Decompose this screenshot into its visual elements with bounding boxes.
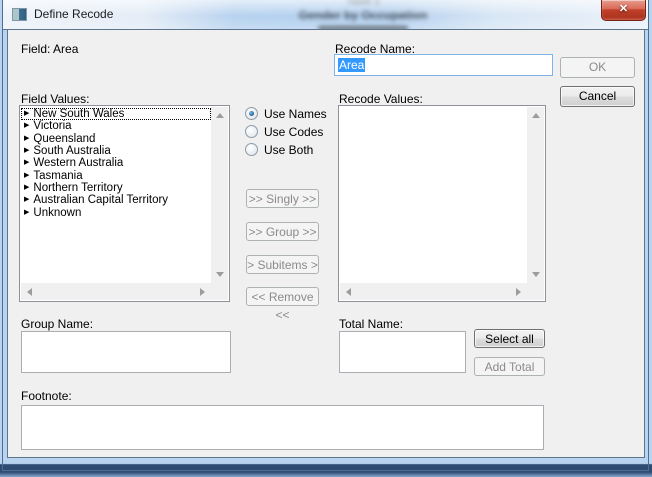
scroll-down-icon[interactable] — [532, 272, 540, 277]
background-window-title-line2: Gender by Occupation — [233, 8, 493, 22]
title-bar: Table 1 Gender by Occupation Define Reco… — [3, 0, 648, 30]
triangle-bullet-icon: ▶ — [24, 108, 29, 120]
footnote-label: Footnote: — [21, 389, 72, 403]
recode-values-label: Recode Values: — [339, 92, 423, 106]
radio-label: Use Both — [264, 143, 313, 157]
list-item-label: Victoria — [33, 120, 71, 132]
scrollbar-corner — [527, 283, 544, 300]
recode-values-list — [340, 107, 527, 283]
triangle-bullet-icon: ▶ — [24, 133, 29, 145]
radio-icon — [245, 143, 258, 156]
ok-button[interactable]: OK — [560, 57, 635, 78]
background-window-title: Table 1 Gender by Occupation — [233, 0, 493, 30]
app-icon — [12, 8, 27, 21]
scroll-right-icon[interactable] — [200, 288, 205, 296]
list-item-label: Tasmania — [33, 170, 82, 182]
field-label: Field: Area — [21, 42, 78, 56]
triangle-bullet-icon: ▶ — [24, 120, 29, 132]
list-item-label: Northern Territory — [33, 182, 122, 194]
list-item[interactable]: ▶ Tasmania — [21, 169, 211, 181]
list-item[interactable]: ▶ Victoria — [21, 120, 211, 132]
triangle-bullet-icon: ▶ — [24, 145, 29, 157]
list-item-label: Western Australia — [33, 157, 123, 169]
total-name-label: Total Name: — [339, 317, 403, 331]
background-window-title-line1: Table 1 — [233, 0, 493, 7]
radio-label: Use Names — [264, 107, 327, 121]
list-item-label: New South Wales — [33, 108, 124, 120]
list-item[interactable]: ▶ Queensland — [21, 133, 211, 145]
horizontal-scrollbar[interactable] — [21, 283, 211, 300]
scroll-up-icon[interactable] — [216, 113, 224, 118]
list-item[interactable]: ▶ Western Australia — [21, 157, 211, 169]
radio-use-codes[interactable]: Use Codes — [245, 124, 323, 139]
triangle-bullet-icon: ▶ — [24, 182, 29, 194]
vertical-scrollbar[interactable] — [527, 107, 544, 283]
group-name-input[interactable] — [21, 331, 231, 373]
list-item-label: South Australia — [33, 145, 110, 157]
close-button[interactable]: ✕ — [601, 0, 646, 21]
subitems-button[interactable]: > Subitems > — [246, 255, 319, 274]
list-item[interactable]: ▶ Australian Capital Territory — [21, 194, 211, 206]
list-item[interactable]: ▶ Unknown — [21, 206, 211, 218]
list-item-label: Unknown — [33, 207, 81, 219]
list-item-label: Queensland — [33, 133, 95, 145]
radio-use-names[interactable]: Use Names — [245, 106, 327, 121]
list-item[interactable]: ▶ Northern Territory — [21, 182, 211, 194]
recode-name-input[interactable]: Area — [334, 54, 553, 76]
vertical-scrollbar[interactable] — [211, 107, 228, 283]
remove-button[interactable]: << Remove << — [246, 287, 319, 306]
horizontal-scrollbar[interactable] — [340, 283, 527, 300]
scroll-right-icon[interactable] — [516, 288, 521, 296]
group-name-label: Group Name: — [21, 317, 93, 331]
close-icon: ✕ — [619, 3, 628, 15]
field-values-label: Field Values: — [21, 92, 89, 106]
group-button[interactable]: >> Group >> — [246, 222, 319, 241]
add-total-button[interactable]: Add Total — [474, 357, 545, 376]
singly-button[interactable]: >> Singly >> — [246, 189, 319, 208]
triangle-bullet-icon: ▶ — [24, 194, 29, 206]
scrollbar-corner — [211, 283, 228, 300]
field-values-list: ▶ New South Wales ▶ Victoria ▶ Queensland ▶… — [21, 107, 211, 283]
radio-use-both[interactable]: Use Both — [245, 142, 313, 157]
list-item[interactable]: ▶ South Australia — [21, 145, 211, 157]
triangle-bullet-icon: ▶ — [24, 170, 29, 182]
radio-label: Use Codes — [264, 125, 323, 139]
triangle-bullet-icon: ▶ — [24, 157, 29, 169]
radio-selected-icon — [245, 107, 258, 120]
list-item-label: Australian Capital Territory — [33, 194, 168, 206]
client-area: Field: Area Recode Name: Area OK Cancel … — [7, 30, 645, 458]
scroll-left-icon[interactable] — [346, 288, 351, 296]
radio-icon — [245, 125, 258, 138]
recode-values-listbox[interactable] — [338, 105, 546, 302]
list-item[interactable]: ▶ New South Wales — [21, 108, 211, 120]
select-all-button[interactable]: Select all — [474, 329, 545, 348]
triangle-bullet-icon: ▶ — [24, 207, 29, 219]
text-selection: Area — [338, 58, 365, 72]
total-name-input[interactable] — [339, 331, 466, 373]
footnote-input[interactable] — [21, 405, 544, 450]
cancel-button[interactable]: Cancel — [560, 86, 635, 107]
scroll-up-icon[interactable] — [532, 113, 540, 118]
field-values-listbox[interactable]: ▶ New South Wales ▶ Victoria ▶ Queensland ▶… — [19, 105, 230, 302]
scroll-left-icon[interactable] — [27, 288, 32, 296]
scroll-down-icon[interactable] — [216, 272, 224, 277]
dialog-window: Table 1 Gender by Occupation Define Reco… — [0, 0, 652, 477]
dialog-title: Define Recode — [34, 7, 113, 21]
